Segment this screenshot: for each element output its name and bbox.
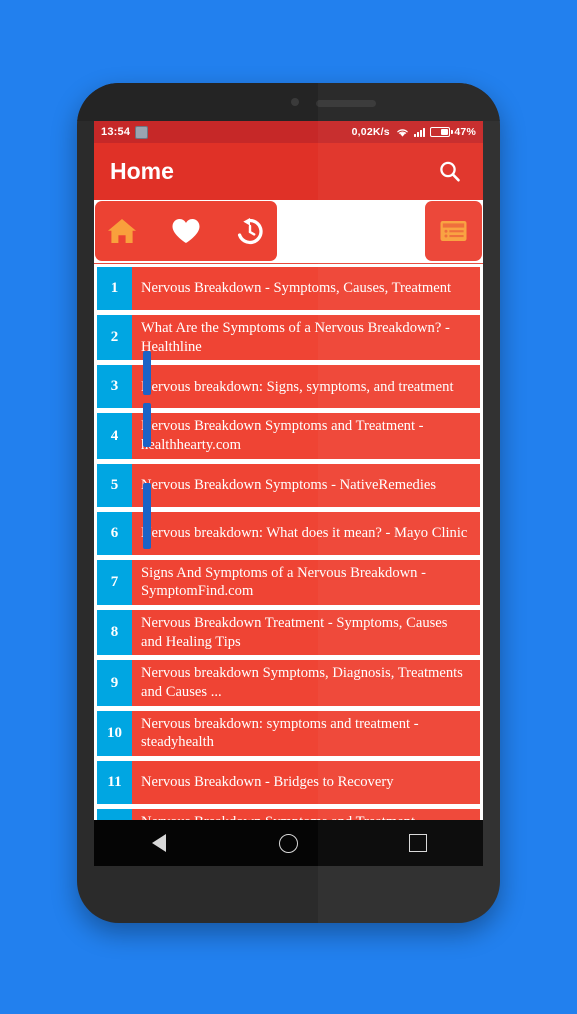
result-title: What Are the Symptoms of a Nervous Break…	[132, 315, 480, 361]
result-title: Nervous Breakdown - Symptoms, Causes, Tr…	[132, 267, 480, 310]
result-row[interactable]: 12Nervous Breakdown Symptoms and Treatme…	[97, 809, 480, 820]
result-title: Nervous breakdown: Signs, symptoms, and …	[132, 365, 480, 409]
result-title: Nervous Breakdown Symptoms and Treatment…	[132, 413, 480, 459]
home-button[interactable]	[101, 210, 143, 252]
result-title: Nervous breakdown: What does it mean? - …	[132, 511, 480, 555]
result-title: Nervous breakdown Symptoms, Diagnosis, T…	[132, 660, 480, 706]
result-index: 1	[97, 267, 132, 310]
result-row[interactable]: 5 Nervous Breakdown Symptoms - NativeReme…	[97, 463, 480, 507]
phone-top-bezel	[77, 83, 500, 121]
result-index: 7	[97, 559, 132, 606]
phone-frame: 13:54 0,02K/s 47% Home 1 Nervous Breakdo…	[77, 83, 500, 923]
result-title: Nervous breakdown: symptoms and treatmen…	[132, 710, 480, 757]
heart-icon	[172, 218, 200, 243]
result-row[interactable]: 10 Nervous breakdown: symptoms and treatm…	[97, 710, 480, 757]
favorites-button[interactable]	[165, 210, 207, 252]
network-speed-label: 0,02K/s	[351, 126, 390, 138]
app-bar: Home	[94, 143, 483, 200]
toolbar-left-group	[95, 200, 277, 261]
result-row[interactable]: 2 What Are the Symptoms of a Nervous Brea…	[97, 315, 480, 361]
status-clock: 13:54	[101, 126, 131, 138]
result-index: 10	[97, 710, 132, 757]
result-row[interactable]: 4 Nervous Breakdown Symptoms and Treatmen…	[97, 413, 480, 459]
result-title: Nervous Breakdown Symptoms - NativeRemed…	[132, 463, 480, 507]
history-button[interactable]	[229, 210, 271, 252]
results-list[interactable]: 1 Nervous Breakdown - Symptoms, Causes, T…	[94, 264, 483, 820]
square-recents-icon	[409, 834, 428, 852]
cellular-signal-icon	[413, 127, 426, 137]
result-row[interactable]: 1 Nervous Breakdown - Symptoms, Causes, T…	[97, 267, 480, 310]
nav-home-button[interactable]	[261, 820, 315, 866]
result-title: Signs And Symptoms of a Nervous Breakdow…	[132, 559, 480, 606]
earpiece-speaker	[315, 99, 376, 107]
result-index: 3	[97, 365, 132, 409]
page-title: Home	[110, 158, 174, 184]
phone-screen: 13:54 0,02K/s 47% Home 1 Nervous Breakdo…	[94, 121, 483, 866]
result-index: 4	[97, 413, 132, 459]
battery-percent-label: 47%	[454, 126, 476, 138]
nav-back-button[interactable]	[132, 820, 186, 866]
side-button-power[interactable]	[143, 483, 151, 549]
notification-badge-icon	[135, 125, 149, 139]
result-index: 8	[97, 610, 132, 656]
result-title: Nervous Breakdown Symptoms and Treatment…	[132, 809, 480, 820]
list-icon	[440, 220, 467, 241]
android-nav-bar	[94, 820, 483, 866]
nav-recents-button[interactable]	[391, 820, 445, 866]
search-icon	[440, 161, 460, 182]
triangle-back-icon	[151, 834, 166, 852]
result-title: Nervous Breakdown Treatment - Symptoms, …	[132, 610, 480, 656]
result-index: 5	[97, 463, 132, 507]
action-toolbar	[94, 200, 483, 264]
result-index: 11	[97, 761, 132, 805]
side-button-volume-up[interactable]	[143, 351, 151, 395]
result-row[interactable]: 11 Nervous Breakdown - Bridges to Recover…	[97, 761, 480, 805]
result-row[interactable]: 6 Nervous breakdown: What does it mean? -…	[97, 511, 480, 555]
circle-home-icon	[278, 833, 298, 853]
side-button-volume-down[interactable]	[143, 403, 151, 447]
list-menu-button[interactable]	[425, 200, 482, 261]
search-button[interactable]	[433, 155, 467, 189]
result-index: 12	[97, 809, 132, 820]
result-row[interactable]: 9 Nervous breakdown Symptoms, Diagnosis, …	[97, 660, 480, 706]
wifi-icon	[396, 127, 409, 138]
home-icon	[108, 218, 136, 243]
result-row[interactable]: 8 Nervous Breakdown Treatment - Symptoms,…	[97, 610, 480, 656]
result-row[interactable]: 7 Signs And Symptoms of a Nervous Breakdo…	[97, 559, 480, 606]
status-bar: 13:54 0,02K/s 47%	[94, 121, 483, 143]
battery-fill	[440, 129, 449, 135]
result-title: Nervous Breakdown - Bridges to Recovery	[132, 761, 480, 805]
result-index: 9	[97, 660, 132, 706]
battery-icon	[430, 127, 453, 137]
result-row[interactable]: 3 Nervous breakdown: Signs, symptoms, and…	[97, 365, 480, 409]
front-camera-icon	[290, 98, 299, 106]
result-index: 2	[97, 315, 132, 361]
history-icon	[237, 217, 263, 244]
result-index: 6	[97, 511, 132, 555]
